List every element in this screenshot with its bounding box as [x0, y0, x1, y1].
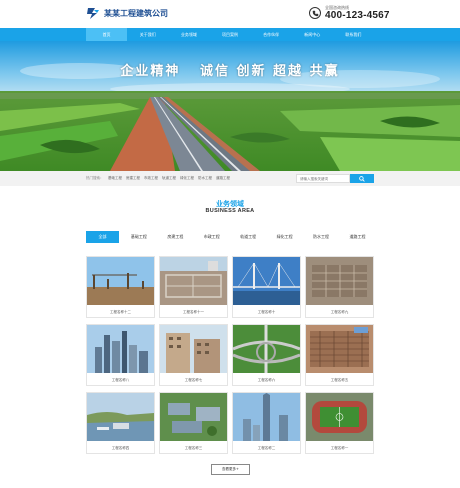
project-caption: 工程名称四 [111, 446, 130, 450]
category-tab[interactable]: 防水工程 [305, 231, 338, 243]
project-thumbnail [87, 257, 154, 305]
main-nav: 首页 关于我们 业务领域 项目案例 合作伙伴 新闻中心 联系我们 [0, 28, 460, 41]
page: 某某工程建筑公司 全国咨询热线 400-123-4567 首页 关于我们 业务领域项… [0, 0, 460, 488]
project-card[interactable]: 工程名称八 [86, 324, 155, 386]
category-tab[interactable]: 房建工程 [159, 231, 192, 243]
banner-slogan: 企业精神 诚信 创新 超越 共赢 [120, 64, 340, 79]
nav-item[interactable]: 项目案例 [209, 28, 250, 41]
hotline-number: 400-123-4567 [325, 10, 390, 21]
project-card[interactable]: 工程名称十二 [86, 256, 155, 318]
view-more-button[interactable]: 查看更多+ [211, 464, 250, 475]
hot-search-item[interactable]: 房建工程 [126, 176, 140, 181]
nav-item[interactable]: 新闻中心 [292, 28, 333, 41]
hot-search-item[interactable]: 防水工程 [198, 176, 212, 181]
company-name: 某某工程建筑公司 [104, 8, 168, 18]
project-card[interactable]: 工程名称三 [159, 392, 228, 454]
nav-item[interactable]: 业务领域 [168, 28, 209, 41]
hot-search-item[interactable]: 基础工程 [108, 176, 122, 181]
phone-icon [309, 7, 321, 19]
project-caption: 工程名称五 [330, 378, 349, 382]
project-card[interactable]: 工程名称六 [232, 324, 301, 386]
nav-item[interactable]: 关于我们 [127, 28, 168, 41]
hot-search-label: 热门搜索： [86, 176, 104, 180]
project-thumbnail [233, 393, 300, 441]
hot-search-item[interactable]: 市政工程 [144, 176, 158, 181]
category-tab[interactable]: 道路工程 [341, 231, 374, 243]
project-caption: 工程名称一 [330, 446, 349, 450]
hot-search-item[interactable]: 道路工程 [216, 176, 230, 181]
category-tab[interactable]: 轨道工程 [232, 231, 265, 243]
nav-item[interactable]: 首页 [86, 28, 128, 41]
project-thumbnail [306, 393, 373, 441]
project-thumbnail [160, 257, 227, 305]
project-caption: 工程名称十二 [110, 310, 131, 314]
project-card[interactable]: 工程名称五 [305, 324, 374, 386]
section-subtitle: BUSINESS AREA [205, 208, 255, 214]
logo[interactable]: 某某工程建筑公司 [86, 6, 168, 20]
hot-search-item[interactable]: 轨道工程 [162, 176, 176, 181]
project-card[interactable]: 工程名称四 [86, 392, 155, 454]
project-thumbnail [160, 325, 227, 373]
project-card[interactable]: 工程名称一 [305, 392, 374, 454]
search-icon [359, 175, 365, 182]
project-thumbnail [306, 325, 373, 373]
hot-search-list: 基础工程 房建工程 市政工程 轨道工程 绿化工程 防水工程 道路工程 [108, 176, 230, 181]
category-tab[interactable]: 市政工程 [195, 231, 228, 243]
project-caption: 工程名称六 [257, 378, 276, 382]
project-card[interactable]: 工程名称十一 [159, 256, 228, 318]
category-tab[interactable]: 绿化工程 [268, 231, 301, 243]
search-input[interactable] [296, 174, 350, 183]
project-thumbnail [160, 393, 227, 441]
project-card[interactable]: 工程名称九 [305, 256, 374, 318]
project-card[interactable]: 工程名称七 [159, 324, 228, 386]
category-tab[interactable]: 基础工程 [122, 231, 155, 243]
project-caption: 工程名称九 [330, 310, 349, 314]
project-thumbnail [233, 325, 300, 373]
project-thumbnail [87, 393, 154, 441]
project-caption: 工程名称十一 [183, 310, 204, 314]
header: 某某工程建筑公司 全国咨询热线 400-123-4567 [0, 0, 460, 28]
hotline: 全国咨询热线 400-123-4567 [309, 5, 390, 21]
category-tab[interactable]: 全部 [86, 231, 119, 243]
project-card[interactable]: 工程名称二 [232, 392, 301, 454]
banner: 企业精神 诚信 创新 超越 共赢 [0, 41, 460, 171]
nav-item[interactable]: 联系我们 [333, 28, 374, 41]
search-button[interactable] [350, 174, 374, 183]
hot-search-item[interactable]: 绿化工程 [180, 176, 194, 181]
company-logo-icon [87, 8, 99, 19]
project-thumbnail [306, 257, 373, 305]
project-caption: 工程名称三 [184, 446, 203, 450]
search-bar: 热门搜索： 基础工程 房建工程 市政工程 轨道工程 绿化工程 防水工程 道路工程 [0, 171, 460, 186]
project-caption: 工程名称七 [184, 378, 203, 382]
project-caption: 工程名称十 [257, 310, 276, 314]
project-thumbnail [87, 325, 154, 373]
project-caption: 工程名称八 [111, 378, 130, 382]
nav-item[interactable]: 合作伙伴 [251, 28, 292, 41]
project-caption: 工程名称二 [257, 446, 276, 450]
project-card[interactable]: 工程名称十 [232, 256, 301, 318]
project-thumbnail [233, 257, 300, 305]
category-tabs: 全部 基础工程 房建工程 市政工程 轨道工程 绿化工程 防水工程 道路工程 [86, 231, 374, 243]
